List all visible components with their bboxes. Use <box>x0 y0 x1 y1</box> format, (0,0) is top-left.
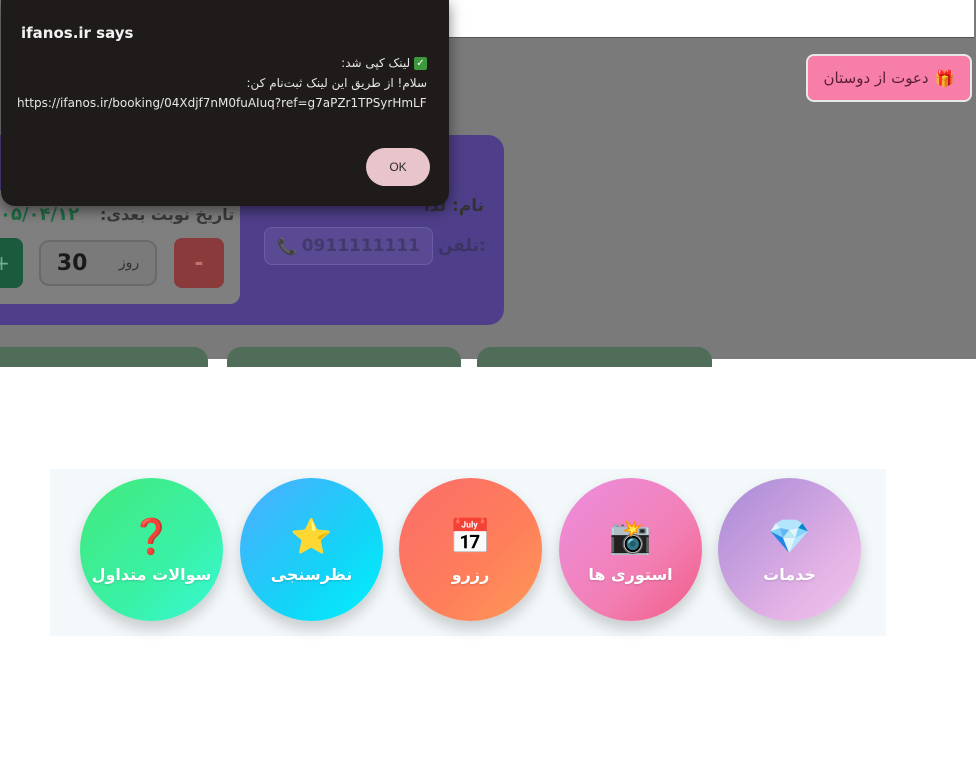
menu-item-label: سوالات متداول <box>91 565 212 584</box>
next-appointment-date: ۰۵/۰۴/۱۲ <box>0 204 80 225</box>
tab-pill[interactable] <box>0 347 208 367</box>
menu-item-label: خدمات <box>763 565 816 584</box>
gem-icon: 💎 <box>768 517 811 557</box>
menu-item-survey[interactable]: ⭐ نظرسنجی <box>240 478 383 621</box>
menu-item-stories[interactable]: 📸 استوری ها <box>559 478 702 621</box>
menu-item-faq[interactable]: ❓ سوالات متداول <box>80 478 223 621</box>
camera-icon: 📸 <box>609 517 652 557</box>
phone-icon: 📞 <box>277 236 297 256</box>
tab-pill[interactable] <box>477 347 712 367</box>
phone-label: تلفن: <box>438 236 486 256</box>
days-value: 30 <box>56 250 88 276</box>
alert-dialog: ifanos.ir says ✓ لینک کپی شد: سلام! از ط… <box>1 0 449 206</box>
alert-message: ✓ لینک کپی شد: سلام! از طریق این لینک ثب… <box>17 53 427 113</box>
invite-friends-button[interactable]: 🎁 دعوت از دوستان <box>806 54 972 102</box>
gift-icon: 🎁 <box>934 68 955 88</box>
alert-title: ifanos.ir says <box>21 24 134 42</box>
days-unit: روز <box>118 255 140 271</box>
check-mark-icon: ✓ <box>414 57 427 70</box>
menu-item-label: نظرسنجی <box>270 565 353 584</box>
name-label: نام: <box>451 196 484 216</box>
top-strip <box>448 0 974 38</box>
menu-item-label: استوری ها <box>588 565 673 584</box>
tab-pill[interactable] <box>227 347 461 367</box>
alert-line-2: سلام! از طریق این لینک ثبت‌نام کن: <box>246 76 428 90</box>
menu-item-services[interactable]: 💎 خدمات <box>718 478 861 621</box>
next-appointment-label: تاریخ نوبت بعدی: <box>100 205 235 224</box>
calendar-icon: 📅 <box>449 517 492 557</box>
alert-url: https://ifanos.ir/booking/04Xdjf7nM0fuAI… <box>17 96 427 110</box>
alert-line-1: لینک کپی شد: <box>341 56 411 70</box>
question-icon: ❓ <box>130 517 173 557</box>
star-icon: ⭐ <box>290 517 333 557</box>
increase-days-button[interactable]: + <box>0 238 23 288</box>
ok-button[interactable]: OK <box>366 148 430 186</box>
menu-item-label: رزرو <box>451 565 490 584</box>
phone-value: 0911111111 <box>301 236 420 256</box>
decrease-days-button[interactable]: - <box>174 238 224 288</box>
menu-item-reservation[interactable]: 📅 رزرو <box>399 478 542 621</box>
days-stepper[interactable]: 30 روز <box>39 240 157 286</box>
phone-field[interactable]: 📞 0911111111 <box>264 227 433 265</box>
invite-label: دعوت از دوستان <box>823 69 929 87</box>
